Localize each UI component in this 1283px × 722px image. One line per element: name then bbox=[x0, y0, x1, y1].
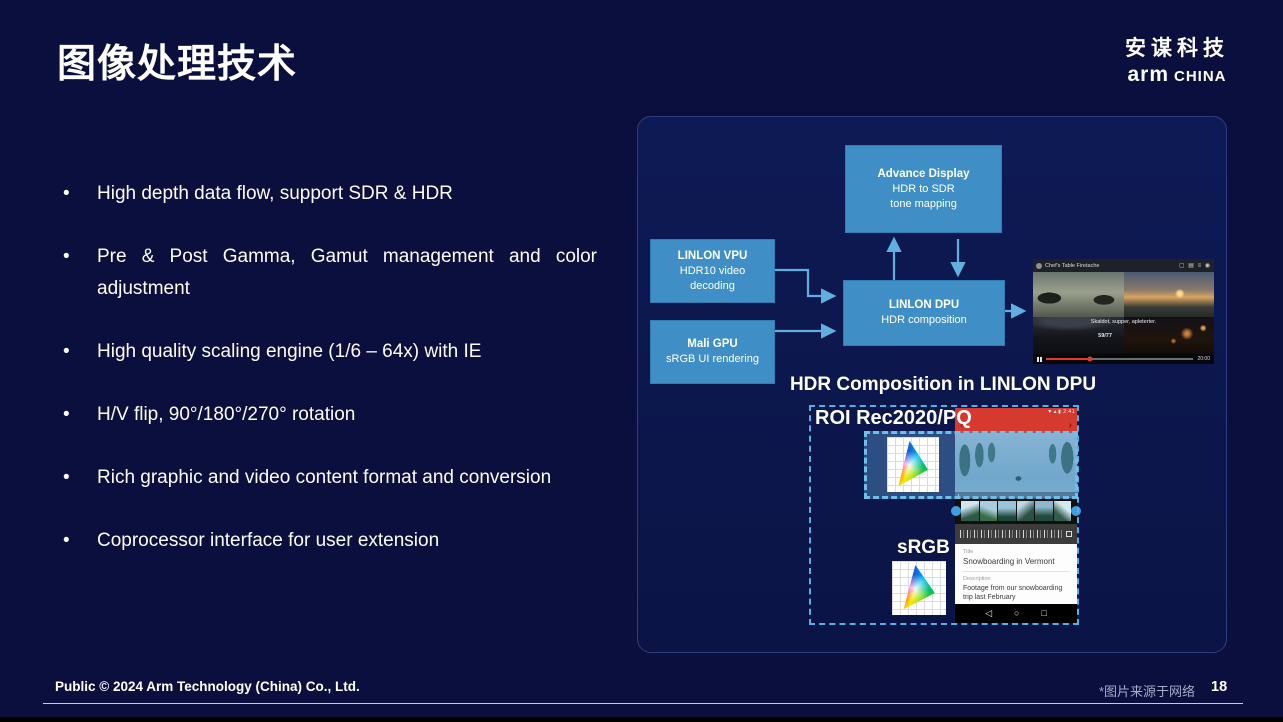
video-player-screenshot: Chef's Table Firetache ▢ ▤ ≡ ◉ Skaldot, … bbox=[1033, 259, 1214, 364]
srgb-label: sRGB bbox=[897, 537, 950, 559]
arm-china-logo: 安谋科技 arm CHINA bbox=[1125, 32, 1229, 87]
box-mali-gpu: Mali GPU sRGB UI rendering bbox=[650, 320, 775, 384]
player-logo-icon bbox=[1036, 263, 1042, 269]
bullet-item: Rich graphic and video content format an… bbox=[57, 462, 597, 494]
scene-street bbox=[1033, 272, 1124, 317]
player-title-bar: Chef's Table Firetache ▢ ▤ ≡ ◉ bbox=[1033, 259, 1214, 272]
scene-sunset bbox=[1124, 272, 1215, 317]
box-line: HDR composition bbox=[881, 313, 967, 328]
gamut-triangle bbox=[894, 440, 931, 488]
player-subtitle: Skaldot, supper, apleterter. bbox=[1033, 319, 1214, 325]
feature-bullet-list: High depth data flow, support SDR & HDR … bbox=[57, 178, 597, 588]
srgb-gamut-chart bbox=[892, 561, 946, 615]
box-line: tone mapping bbox=[890, 197, 957, 212]
image-credit-note: *图片来源于网络 bbox=[1099, 681, 1195, 700]
bottom-black-strip bbox=[0, 717, 1283, 722]
footer-divider-line bbox=[43, 703, 1243, 704]
bullet-item: H/V flip, 90°/180°/270° rotation bbox=[57, 399, 597, 431]
diagram-panel: Advance Display HDR to SDR tone mapping … bbox=[637, 116, 1227, 653]
page-number: 18 bbox=[1211, 679, 1227, 695]
box-title: Advance Display bbox=[877, 167, 969, 182]
rec2020-gamut-chart bbox=[887, 437, 939, 492]
logo-region: CHINA bbox=[1174, 68, 1227, 85]
box-line: HDR to SDR bbox=[892, 182, 954, 197]
box-line: HDR10 video bbox=[680, 264, 745, 279]
page-title: 图像处理技术 bbox=[57, 33, 297, 89]
box-line: sRGB UI rendering bbox=[666, 352, 759, 367]
logo-chinese-name: 安谋科技 bbox=[1125, 32, 1229, 62]
player-time: 20:00 bbox=[1197, 356, 1210, 362]
footer-copyright: Public © 2024 Arm Technology (China) Co.… bbox=[55, 679, 360, 694]
box-linlon-dpu: LINLON DPU HDR composition bbox=[843, 280, 1005, 346]
box-advance-display: Advance Display HDR to SDR tone mapping bbox=[845, 145, 1002, 233]
box-line: decoding bbox=[690, 279, 735, 294]
box-title: Mali GPU bbox=[687, 337, 737, 352]
roi-rec2020-label: ROI Rec2020/PQ bbox=[815, 407, 972, 430]
bullet-item: Pre & Post Gamma, Gamut management and c… bbox=[57, 241, 597, 305]
arm-wordmark: arm bbox=[1127, 63, 1169, 87]
bullet-item: High depth data flow, support SDR & HDR bbox=[57, 178, 597, 210]
bullet-item: Coprocessor interface for user extension bbox=[57, 525, 597, 557]
bullet-item: High quality scaling engine (1/6 – 64x) … bbox=[57, 336, 597, 368]
player-progress-bar: 20:00 bbox=[1033, 354, 1214, 364]
player-scene-grid bbox=[1033, 272, 1214, 354]
diagram-caption: HDR Composition in LINLON DPU bbox=[778, 374, 1108, 396]
box-title: LINLON VPU bbox=[678, 249, 748, 264]
logo-english-name: arm CHINA bbox=[1127, 63, 1226, 87]
box-title: LINLON DPU bbox=[889, 298, 959, 313]
player-title: Chef's Table Firetache bbox=[1045, 263, 1179, 269]
gamut-triangle bbox=[899, 564, 938, 611]
pause-icon bbox=[1037, 357, 1042, 362]
box-linlon-vpu: LINLON VPU HDR10 video decoding bbox=[650, 239, 775, 303]
progress-track bbox=[1046, 358, 1193, 360]
player-toolbar-icons: ▢ ▤ ≡ ◉ bbox=[1179, 262, 1211, 269]
player-counter: 59/77 bbox=[1098, 333, 1112, 339]
